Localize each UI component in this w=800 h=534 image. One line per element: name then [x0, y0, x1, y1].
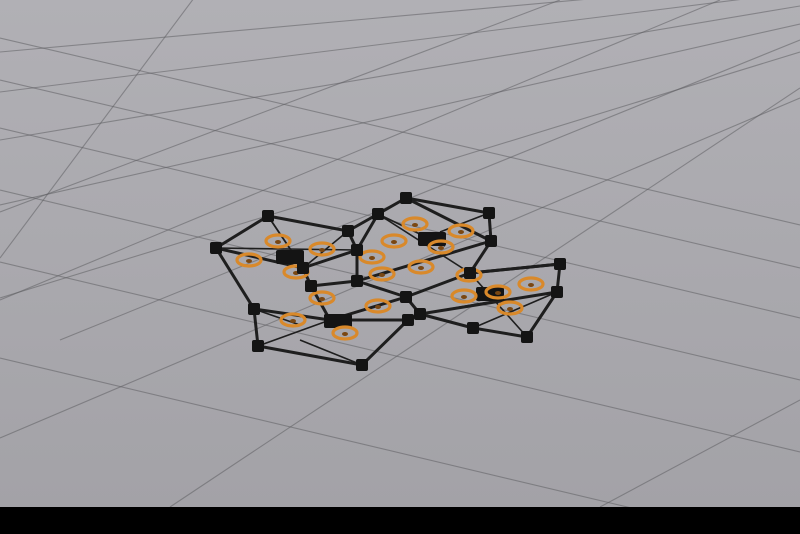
propeller-hub	[412, 223, 418, 227]
propeller-hub	[275, 240, 281, 244]
frame-joint	[483, 207, 495, 219]
propeller-hub	[379, 273, 385, 277]
propeller-hub	[528, 283, 534, 287]
propeller-hub	[246, 259, 252, 263]
frame-joint	[551, 286, 563, 298]
propeller-hub	[495, 291, 501, 295]
module-hub	[276, 250, 304, 264]
frame-joint	[400, 192, 412, 204]
frame-joint	[351, 244, 363, 256]
simulation-viewport[interactable]	[0, 0, 800, 534]
frame-joint	[356, 359, 368, 371]
frame-joint	[414, 308, 426, 320]
frame-joint	[324, 314, 336, 326]
propeller-hub	[375, 305, 381, 309]
frame-joint	[351, 275, 363, 287]
frame-joint	[252, 340, 264, 352]
propeller-hub	[342, 332, 348, 336]
propeller-hub	[507, 307, 513, 311]
propeller-hub	[438, 246, 444, 250]
frame-joint	[305, 280, 317, 292]
frame-joint	[342, 225, 354, 237]
frame-joint	[521, 331, 533, 343]
propeller-hub	[290, 319, 296, 323]
propeller-hub	[458, 230, 464, 234]
frame-joint	[400, 291, 412, 303]
frame-joint	[210, 242, 222, 254]
frame-joint	[464, 267, 476, 279]
propeller-hub	[319, 248, 325, 252]
propeller-hub	[461, 295, 467, 299]
floor-plane	[0, 0, 800, 507]
frame-joint	[372, 208, 384, 220]
frame-joint	[297, 262, 309, 274]
frame-joint	[467, 322, 479, 334]
propeller-hub	[319, 297, 325, 301]
bottom-letterbox-bar	[0, 507, 800, 534]
propeller-hub	[391, 240, 397, 244]
frame-joint	[402, 314, 414, 326]
frame-joint	[248, 303, 260, 315]
frame-joint	[554, 258, 566, 270]
propeller-hub	[369, 256, 375, 260]
frame-joint	[485, 235, 497, 247]
frame-joint	[262, 210, 274, 222]
propeller-hub	[418, 266, 424, 270]
